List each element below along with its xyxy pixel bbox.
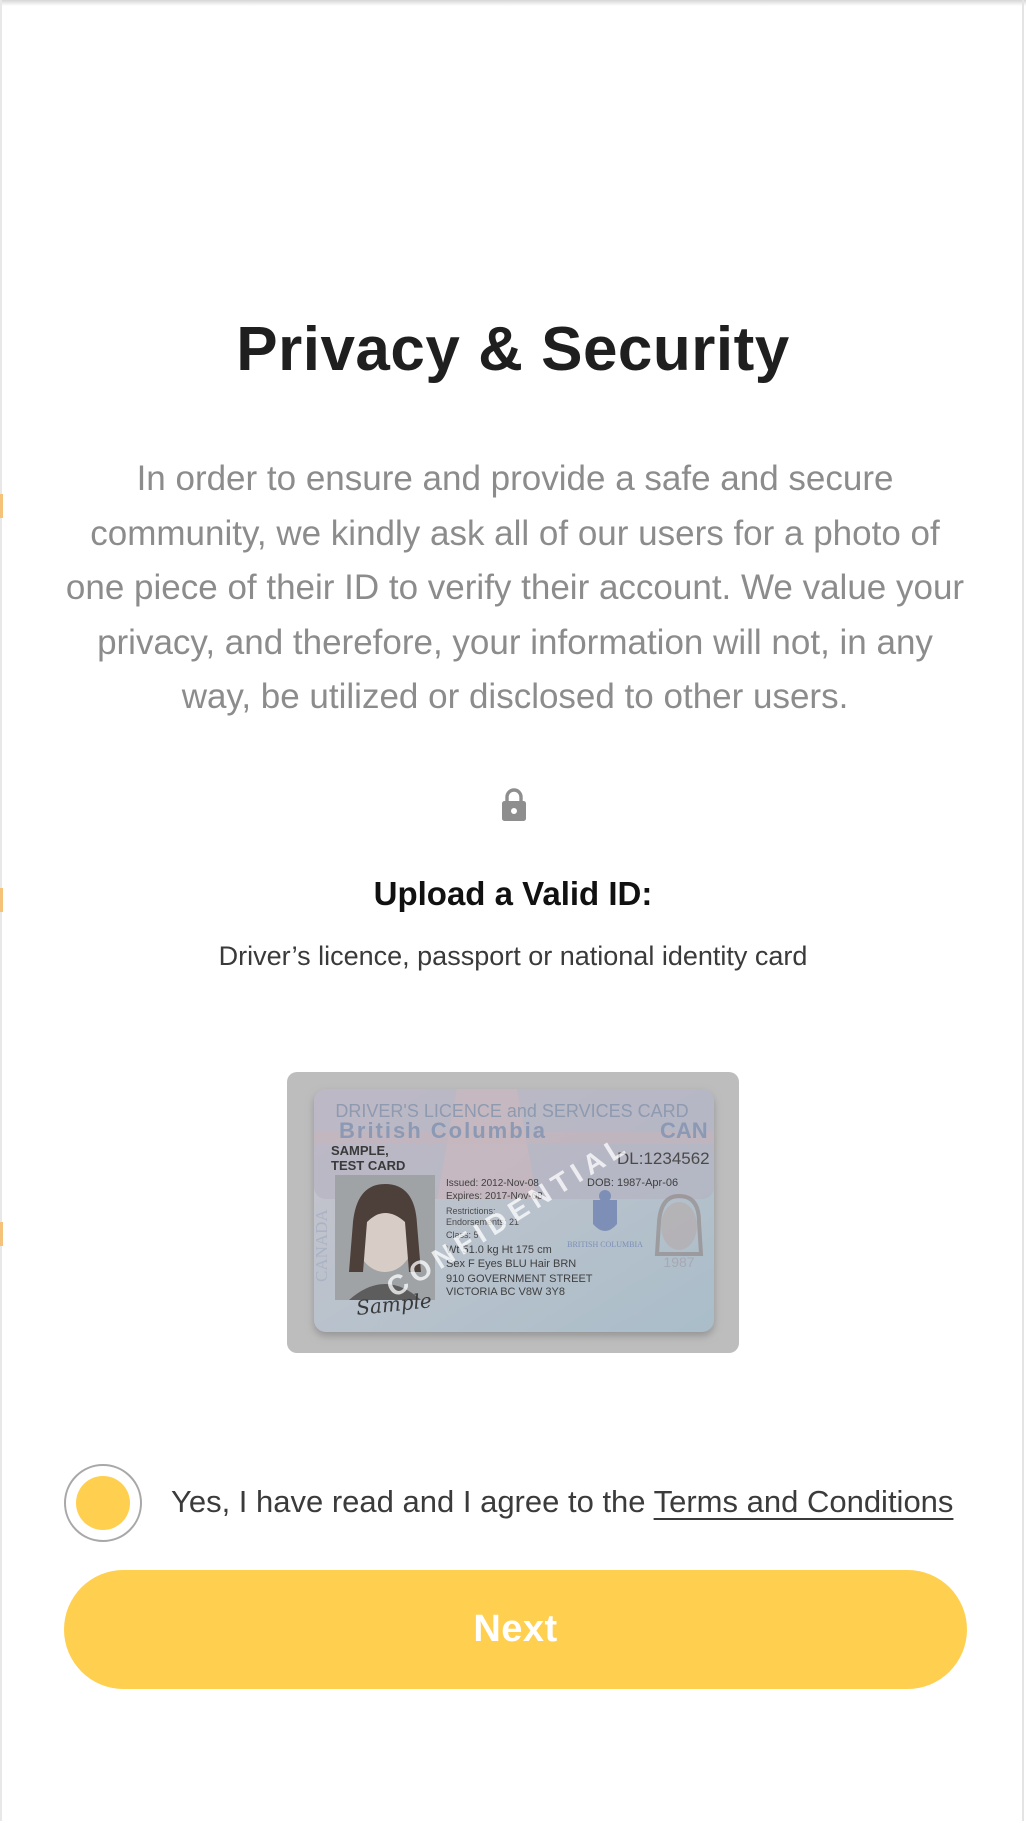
radio-selected-indicator bbox=[76, 1476, 130, 1530]
upload-id-heading: Upload a Valid ID: bbox=[373, 875, 653, 912]
card-ghost-year: 1987 bbox=[663, 1254, 694, 1270]
page-title: Privacy & Security bbox=[236, 315, 790, 384]
terms-agree-radio[interactable] bbox=[64, 1464, 142, 1542]
accepted-id-types: Driver’s licence, passport or national i… bbox=[218, 941, 808, 971]
next-button[interactable]: Next bbox=[64, 1570, 967, 1689]
lock-icon bbox=[502, 788, 526, 821]
sample-id-image[interactable]: DRIVER'S LICENCE and SERVICES CARD Briti… bbox=[287, 1072, 739, 1353]
card-dob: DOB: 1987-Apr-06 bbox=[587, 1177, 678, 1189]
card-vertical-text: CANADA bbox=[312, 1209, 331, 1282]
terms-and-conditions-link[interactable]: Terms and Conditions bbox=[654, 1484, 954, 1519]
card-name-line1: SAMPLE, bbox=[331, 1143, 389, 1158]
terms-prefix-text: Yes, I have read and I agree to the bbox=[171, 1484, 646, 1519]
top-edge-shadow bbox=[0, 0, 1026, 6]
terms-agreement-row: Yes, I have read and I agree to the Term… bbox=[64, 1464, 964, 1544]
card-name-line2: TEST CARD bbox=[331, 1158, 405, 1173]
terms-agreement-text: Yes, I have read and I agree to the Term… bbox=[171, 1482, 953, 1522]
sample-drivers-licence: DRIVER'S LICENCE and SERVICES CARD Briti… bbox=[312, 1089, 714, 1332]
privacy-description: In order to ensure and provide a safe an… bbox=[65, 459, 965, 716]
card-province: British Columbia bbox=[339, 1118, 547, 1143]
card-address-line1: 910 GOVERNMENT STREET bbox=[446, 1273, 593, 1285]
card-country-code: CAN bbox=[660, 1118, 708, 1143]
left-edge-marker bbox=[0, 1222, 3, 1246]
left-edge-marker bbox=[0, 494, 3, 518]
card-crest-label: BRITISH COLUMBIA bbox=[567, 1240, 643, 1249]
card-address-line2: VICTORIA BC V8W 3Y8 bbox=[446, 1286, 565, 1298]
